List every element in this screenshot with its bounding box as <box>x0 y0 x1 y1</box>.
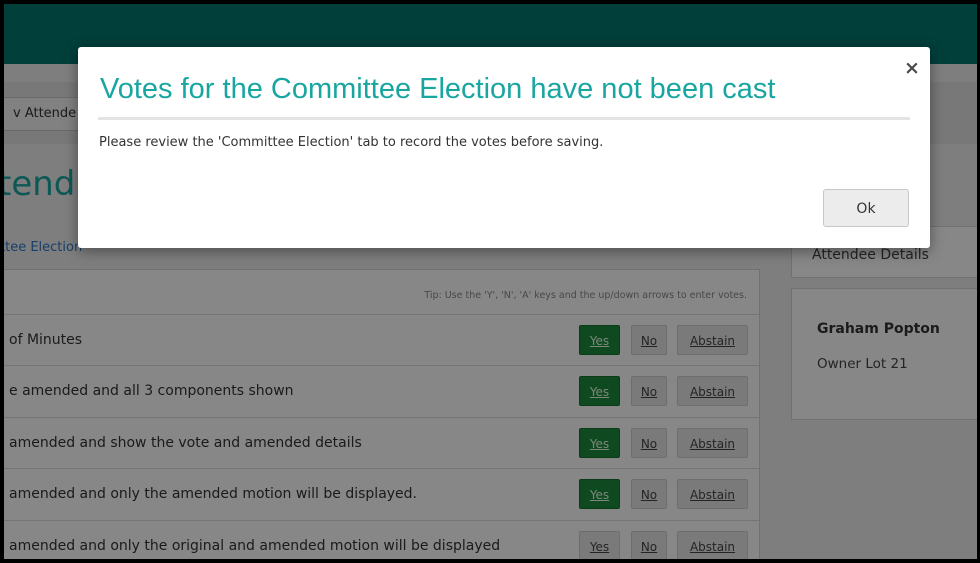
ok-button[interactable]: Ok <box>823 189 909 227</box>
alert-dialog: Votes for the Committee Election have no… <box>78 47 930 248</box>
app-window: v Attende tend ttee Election Tip: Use th… <box>0 0 980 563</box>
close-icon[interactable]: × <box>904 57 920 79</box>
dialog-message: Please review the 'Committee Election' t… <box>99 135 604 150</box>
dialog-title: Votes for the Committee Election have no… <box>100 73 776 105</box>
divider <box>98 117 910 120</box>
